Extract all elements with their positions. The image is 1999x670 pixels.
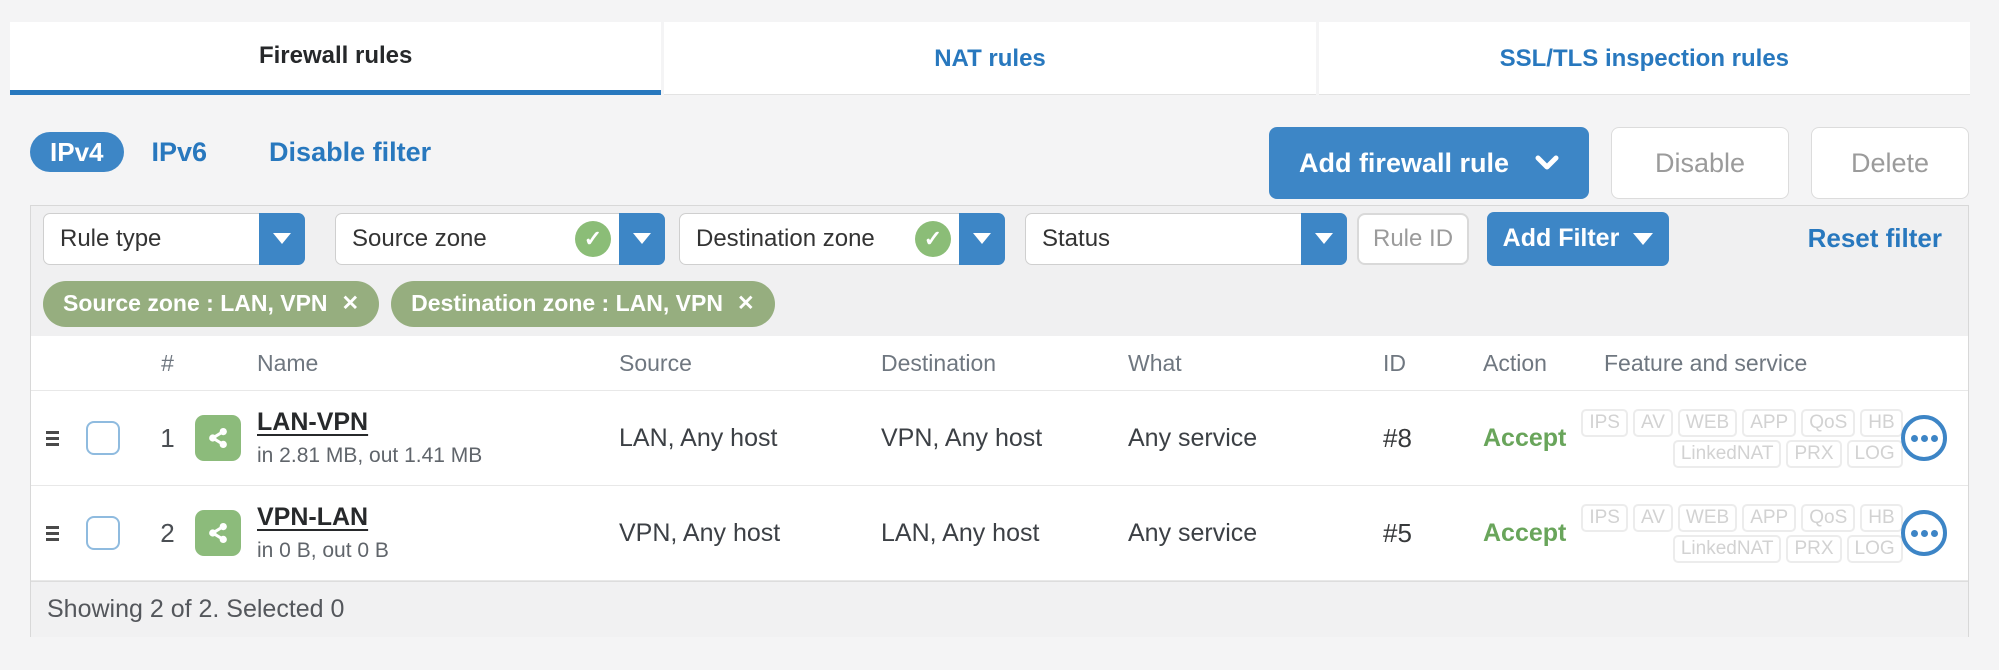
badge-ips: IPS bbox=[1581, 408, 1628, 437]
add-filter-label: Add Filter bbox=[1502, 224, 1620, 252]
badge-app: APP bbox=[1742, 408, 1797, 437]
status-dropdown[interactable]: Status bbox=[1025, 212, 1347, 265]
row-checkbox[interactable] bbox=[85, 516, 120, 550]
rule-id-input[interactable] bbox=[1357, 212, 1469, 265]
filter-chip-destination-zone[interactable]: Destination zone : LAN, VPN ✕ bbox=[391, 280, 775, 327]
filter-chip-label: Source zone : LAN, VPN bbox=[63, 290, 328, 316]
rule-type-dropdown-label: Rule type bbox=[60, 224, 162, 252]
header-number: # bbox=[161, 349, 174, 376]
tab-firewall-rules[interactable]: Firewall rules bbox=[10, 22, 662, 95]
row-number: 1 bbox=[160, 422, 175, 453]
share-icon bbox=[209, 427, 227, 449]
header-id: ID bbox=[1383, 349, 1406, 376]
badge-av: AV bbox=[1632, 408, 1673, 437]
tab-bar: Firewall rules NAT rules SSL/TLS inspect… bbox=[10, 22, 1970, 95]
rule-share-icon[interactable] bbox=[195, 510, 241, 556]
ipv6-toggle[interactable]: IPv6 bbox=[152, 137, 208, 168]
rule-what: Any service bbox=[1128, 423, 1258, 452]
destination-zone-dropdown[interactable]: Destination zone ✓ bbox=[679, 212, 1005, 265]
badge-linkednat: LinkedNAT bbox=[1672, 534, 1782, 563]
rule-name-link[interactable]: LAN-VPN bbox=[257, 408, 482, 437]
remove-filter-icon[interactable]: ✕ bbox=[737, 291, 755, 316]
dropdown-arrow-icon bbox=[1633, 232, 1654, 245]
share-icon bbox=[209, 522, 227, 544]
dropdown-arrow-icon[interactable] bbox=[959, 212, 1005, 265]
header-destination: Destination bbox=[881, 349, 997, 376]
filter-applied-check-icon: ✓ bbox=[575, 220, 611, 257]
row-checkbox[interactable] bbox=[85, 421, 120, 455]
rule-destination: VPN, Any host bbox=[881, 423, 1043, 452]
header-name: Name bbox=[257, 349, 319, 376]
tab-ssl-tls-inspection-rules[interactable]: SSL/TLS inspection rules bbox=[1318, 22, 1970, 95]
source-zone-dropdown-label: Source zone bbox=[352, 224, 487, 252]
rule-traffic-stats: in 2.81 MB, out 1.41 MB bbox=[257, 444, 483, 467]
header-feature-and-service: Feature and service bbox=[1604, 349, 1808, 376]
showing-summary: Showing 2 of 2. Selected 0 bbox=[47, 595, 345, 623]
delete-button[interactable]: Delete bbox=[1811, 127, 1969, 199]
rule-name-link[interactable]: VPN-LAN bbox=[257, 503, 389, 532]
rules-panel: Rule type Source zone ✓ Destination zone… bbox=[30, 205, 1969, 637]
dropdown-arrow-icon[interactable] bbox=[619, 212, 665, 265]
rule-destination: LAN, Any host bbox=[881, 518, 1040, 547]
source-zone-dropdown[interactable]: Source zone ✓ bbox=[335, 212, 665, 265]
filter-chip-label: Destination zone : LAN, VPN bbox=[411, 290, 723, 316]
rule-id: #8 bbox=[1383, 422, 1412, 453]
ip-version-switcher: IPv4 IPv6 Disable filter bbox=[30, 130, 431, 174]
row-menu-ellipsis-icon[interactable] bbox=[1901, 510, 1947, 556]
add-filter-button[interactable]: Add Filter bbox=[1487, 211, 1669, 266]
toolbar-actions: Add firewall rule Disable Delete bbox=[1268, 127, 1969, 199]
rule-type-dropdown[interactable]: Rule type bbox=[43, 212, 305, 265]
table-footer: Showing 2 of 2. Selected 0 bbox=[31, 581, 1968, 637]
dropdown-arrow-icon[interactable] bbox=[259, 212, 305, 265]
badge-prx: PRX bbox=[1786, 534, 1842, 563]
rule-what: Any service bbox=[1128, 518, 1258, 547]
header-what: What bbox=[1128, 349, 1182, 376]
filter-bar: Rule type Source zone ✓ Destination zone… bbox=[31, 206, 1968, 271]
disable-button[interactable]: Disable bbox=[1611, 127, 1789, 199]
drag-handle-icon[interactable] bbox=[31, 430, 65, 446]
header-source: Source bbox=[619, 349, 692, 376]
rule-source: LAN, Any host bbox=[619, 423, 778, 452]
badge-qos: QoS bbox=[1801, 408, 1856, 437]
badge-ips: IPS bbox=[1581, 503, 1628, 532]
add-firewall-rule-button[interactable]: Add firewall rule bbox=[1268, 127, 1589, 199]
toolbar: IPv4 IPv6 Disable filter Add firewall ru… bbox=[30, 127, 1969, 199]
badge-linkednat: LinkedNAT bbox=[1672, 439, 1782, 468]
rule-share-icon[interactable] bbox=[195, 415, 241, 461]
row-menu-ellipsis-icon[interactable] bbox=[1901, 415, 1947, 461]
dropdown-arrow-icon[interactable] bbox=[1301, 212, 1347, 265]
row-number: 2 bbox=[160, 517, 175, 548]
table-row: 1 LAN-VPN in 2.81 MB, out 1.41 MB LAN, A… bbox=[31, 391, 1968, 486]
badge-qos: QoS bbox=[1801, 503, 1856, 532]
reset-filter-link[interactable]: Reset filter bbox=[1808, 223, 1942, 254]
filter-chip-source-zone[interactable]: Source zone : LAN, VPN ✕ bbox=[43, 280, 380, 327]
feature-badges: IPS AV WEB APP QoS HB LinkedNAT PRX LOG bbox=[1581, 503, 1903, 563]
header-action: Action bbox=[1483, 349, 1547, 376]
remove-filter-icon[interactable]: ✕ bbox=[342, 291, 360, 316]
chevron-down-icon bbox=[1535, 155, 1559, 170]
drag-handle-icon[interactable] bbox=[31, 525, 65, 541]
filter-applied-check-icon: ✓ bbox=[915, 220, 951, 257]
rule-source: VPN, Any host bbox=[619, 518, 781, 547]
table-row: 2 VPN-LAN in 0 B, out 0 B VPN, Any host … bbox=[31, 486, 1968, 581]
badge-av: AV bbox=[1632, 503, 1673, 532]
badge-app: APP bbox=[1742, 503, 1797, 532]
add-firewall-rule-label: Add firewall rule bbox=[1298, 147, 1509, 178]
badge-web: WEB bbox=[1677, 503, 1738, 532]
tab-nat-rules[interactable]: NAT rules bbox=[664, 22, 1316, 95]
feature-badges: IPS AV WEB APP QoS HB LinkedNAT PRX LOG bbox=[1581, 408, 1903, 468]
status-dropdown-label: Status bbox=[1042, 224, 1111, 252]
table-header: # Name Source Destination What ID Action… bbox=[31, 336, 1968, 391]
rule-id: #5 bbox=[1383, 517, 1412, 548]
badge-web: WEB bbox=[1677, 408, 1738, 437]
disable-filter-link[interactable]: Disable filter bbox=[269, 137, 431, 168]
rule-traffic-stats: in 0 B, out 0 B bbox=[257, 539, 389, 562]
ipv4-toggle[interactable]: IPv4 bbox=[30, 132, 124, 172]
active-filter-chips: Source zone : LAN, VPN ✕ Destination zon… bbox=[31, 271, 1968, 336]
destination-zone-dropdown-label: Destination zone bbox=[696, 224, 875, 252]
badge-prx: PRX bbox=[1786, 439, 1842, 468]
